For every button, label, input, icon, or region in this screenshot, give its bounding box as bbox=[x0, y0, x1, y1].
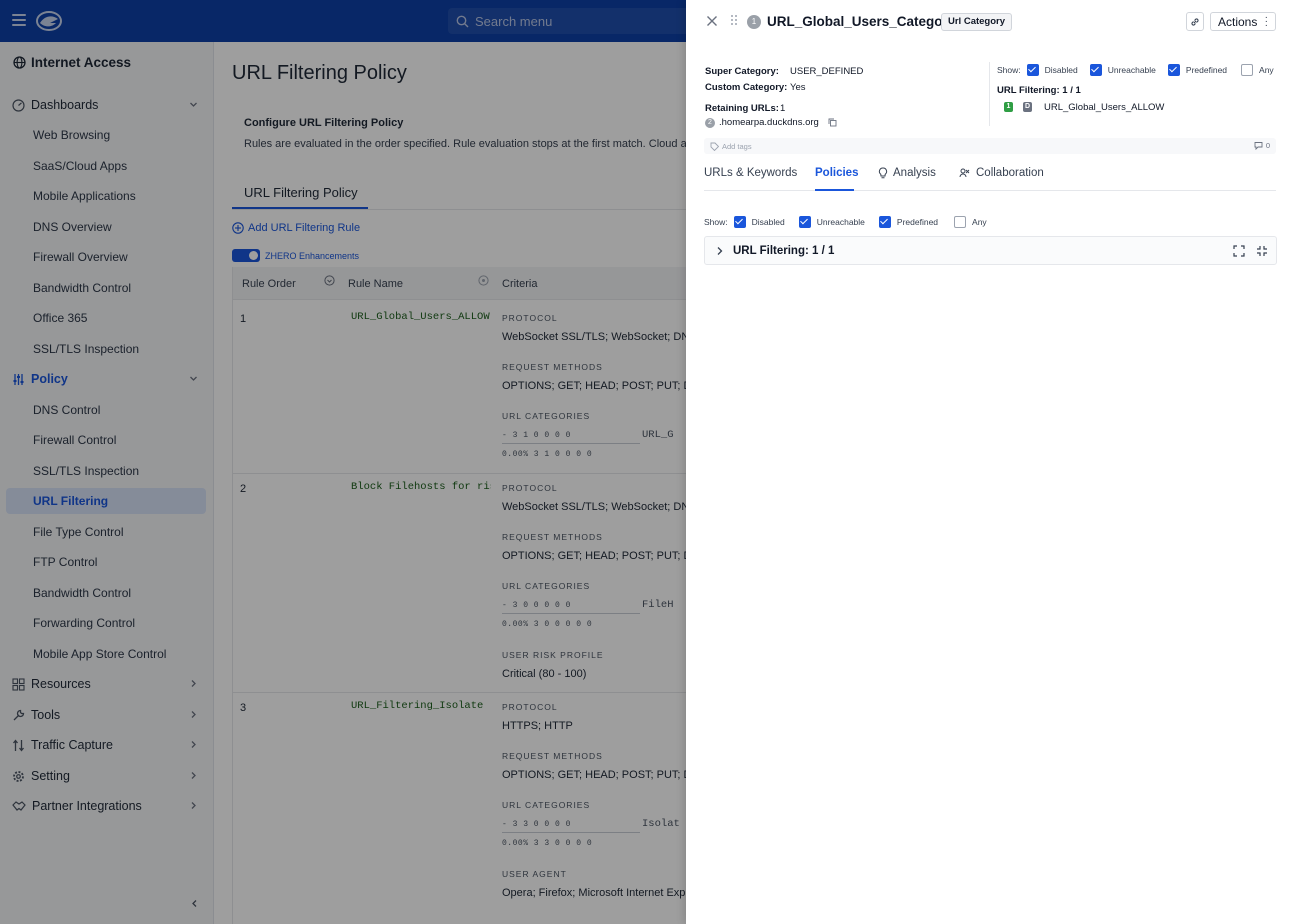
close-icon[interactable] bbox=[706, 15, 718, 27]
rule-state-badge: D bbox=[1023, 102, 1032, 112]
filter-label: Disabled bbox=[751, 217, 785, 227]
custom-category-label: Custom Category: bbox=[705, 82, 788, 93]
checkbox-disabled[interactable] bbox=[1026, 64, 1039, 76]
lightbulb-icon bbox=[878, 167, 888, 179]
linked-rule-name[interactable]: URL_Global_Users_ALLOW bbox=[1044, 102, 1164, 113]
tab-label: URLs & Keywords bbox=[704, 167, 798, 179]
actions-label: Actions bbox=[1218, 14, 1258, 29]
url-index-badge: 2 bbox=[705, 118, 715, 128]
link-icon bbox=[1191, 17, 1199, 26]
drag-handle-icon[interactable] bbox=[730, 14, 738, 26]
super-category-value: USER_DEFINED bbox=[790, 66, 864, 77]
comment-icon bbox=[1254, 142, 1263, 150]
filter-label: Predefined bbox=[896, 217, 939, 227]
more-vertical-icon: · · · bbox=[1264, 12, 1268, 31]
policies-filter-row: Show: Disabled Unreachable Predefined An… bbox=[704, 216, 987, 228]
copy-icon[interactable] bbox=[828, 118, 837, 127]
modal-overlay[interactable] bbox=[0, 0, 686, 924]
actions-button[interactable]: Actions · · · bbox=[1210, 12, 1276, 31]
collapse-icon[interactable] bbox=[1256, 245, 1268, 257]
chevron-right-icon[interactable] bbox=[715, 246, 724, 256]
info-divider bbox=[989, 62, 990, 126]
tag-icon bbox=[710, 142, 719, 151]
show-label: Show: bbox=[997, 65, 1021, 75]
super-category-label: Super Category: bbox=[705, 66, 779, 77]
filter-label: Disabled bbox=[1044, 65, 1078, 75]
show-label: Show: bbox=[704, 217, 728, 227]
checkbox-unreachable[interactable] bbox=[798, 216, 811, 228]
filter-label: Unreachable bbox=[1107, 65, 1156, 75]
expand-icon[interactable] bbox=[1233, 245, 1245, 257]
drawer-tabs: URLs & Keywords Policies Analysis Collab… bbox=[704, 167, 1276, 191]
type-badge: Url Category bbox=[941, 13, 1013, 31]
comments-count-value: 0 bbox=[1265, 141, 1270, 150]
show-filter-row: Show: Disabled Unreachable Predefined An… bbox=[997, 64, 1274, 76]
tab-policies[interactable]: Policies bbox=[815, 167, 858, 179]
custom-category-value: Yes bbox=[790, 82, 806, 93]
tab-label: Collaboration bbox=[976, 167, 1044, 179]
retaining-urls-label: Retaining URLs: bbox=[705, 103, 779, 114]
comments-count[interactable]: 0 bbox=[1254, 141, 1270, 150]
users-icon bbox=[959, 168, 970, 178]
checkbox-predefined[interactable] bbox=[878, 216, 891, 228]
copy-link-button[interactable] bbox=[1186, 12, 1204, 31]
filter-label: Any bbox=[1259, 65, 1274, 75]
tab-active-indicator bbox=[815, 189, 854, 191]
url-filtering-accordion[interactable]: URL Filtering: 1 / 1 bbox=[704, 236, 1277, 265]
checkbox-unreachable[interactable] bbox=[1089, 64, 1102, 76]
tab-urls-keywords[interactable]: URLs & Keywords bbox=[704, 167, 797, 179]
tab-analysis[interactable]: Analysis bbox=[878, 167, 936, 179]
checkbox-predefined[interactable] bbox=[1167, 64, 1180, 76]
add-tags-placeholder: Add tags bbox=[722, 141, 752, 151]
retained-url: .homearpa.duckdns.org bbox=[719, 117, 819, 128]
tags-bar[interactable]: Add tags 0 bbox=[704, 138, 1276, 154]
filter-label: Any bbox=[972, 217, 987, 227]
tab-label: Analysis bbox=[893, 167, 936, 179]
retaining-urls-value: 1 bbox=[780, 103, 786, 114]
rule-number-badge: 1 bbox=[1004, 102, 1013, 112]
item-index-badge: 1 bbox=[747, 15, 761, 29]
tab-collaboration[interactable]: Collaboration bbox=[959, 167, 1044, 179]
drawer-title: URL_Global_Users_Category bbox=[767, 14, 956, 29]
filter-label: Predefined bbox=[1185, 65, 1228, 75]
url-filtering-count: URL Filtering: 1 / 1 bbox=[997, 85, 1081, 96]
filter-label: Unreachable bbox=[816, 217, 865, 227]
checkbox-disabled[interactable] bbox=[733, 216, 746, 228]
accordion-title: URL Filtering: 1 / 1 bbox=[733, 245, 835, 257]
checkbox-any[interactable] bbox=[1241, 64, 1254, 76]
tab-label: Policies bbox=[815, 167, 859, 179]
details-drawer: 1 URL_Global_Users_Category Url Category… bbox=[686, 0, 1295, 924]
checkbox-any[interactable] bbox=[954, 216, 967, 228]
